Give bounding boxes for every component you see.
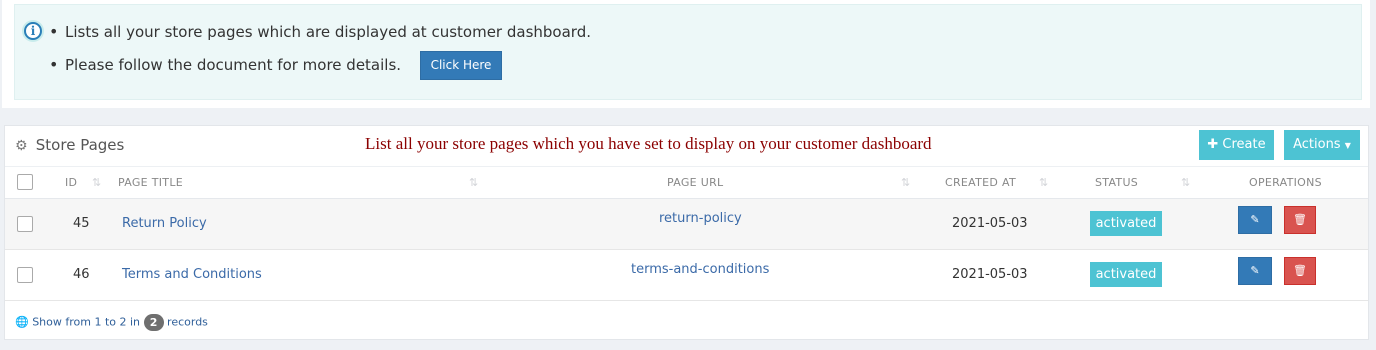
column-header-created-at[interactable]: CREATED AT: [945, 176, 1016, 189]
sort-icon[interactable]: ⇅: [469, 176, 478, 189]
panel-title: ⚙ Store Pages: [15, 136, 124, 154]
select-all-checkbox[interactable]: [17, 174, 33, 190]
cell-id: 45: [73, 216, 90, 231]
table-header: ID ⇅ PAGE TITLE ⇅ PAGE URL ⇅ CREATED AT …: [5, 166, 1368, 199]
sort-icon[interactable]: ⇅: [1181, 176, 1190, 189]
records-summary: 🌐 Show from 1 to 2 in 2 records: [15, 314, 208, 331]
edit-button[interactable]: ✎: [1238, 257, 1272, 285]
status-badge: activated: [1090, 211, 1162, 236]
table-row: 46 Terms and Conditions terms-and-condit…: [5, 250, 1368, 301]
status-badge: activated: [1090, 262, 1162, 287]
create-button[interactable]: ✚ Create: [1199, 130, 1274, 160]
info-item: • Lists all your store pages which are di…: [49, 22, 591, 41]
click-here-button[interactable]: Click Here: [420, 51, 502, 80]
sort-icon[interactable]: ⇅: [901, 176, 910, 189]
store-pages-panel: ⚙ Store Pages List all your store pages …: [4, 125, 1369, 340]
column-header-page-url[interactable]: PAGE URL: [667, 176, 723, 189]
column-header-operations: OPERATIONS: [1249, 176, 1322, 189]
cell-page-url-link[interactable]: terms-and-conditions: [631, 262, 769, 277]
trash-icon: 🗑: [1293, 264, 1307, 277]
delete-button[interactable]: 🗑: [1284, 206, 1316, 234]
edit-icon: ✎: [1250, 264, 1260, 277]
panel-note: List all your store pages which you have…: [365, 134, 932, 153]
column-header-status[interactable]: STATUS: [1095, 176, 1138, 189]
row-checkbox[interactable]: [17, 267, 33, 283]
info-item-text: Please follow the document for more deta…: [65, 56, 402, 74]
plus-icon: ✚: [1207, 137, 1219, 152]
edit-button[interactable]: ✎: [1238, 206, 1272, 234]
cell-created-at: 2021-05-03: [952, 216, 1028, 231]
sort-icon[interactable]: ⇅: [1039, 176, 1048, 189]
panel-title-text: Store Pages: [35, 136, 125, 154]
row-checkbox[interactable]: [17, 216, 33, 232]
records-prefix: Show from 1 to 2 in: [32, 315, 141, 329]
info-item: • Please follow the document for more det…: [49, 51, 502, 80]
info-icon: i: [24, 22, 42, 40]
globe-icon: 🌐: [15, 315, 29, 329]
actions-button[interactable]: Actions ▼: [1284, 130, 1360, 160]
column-header-id[interactable]: ID: [65, 176, 77, 189]
info-item-text: Lists all your store pages which are dis…: [65, 23, 591, 41]
records-count-badge: 2: [143, 314, 164, 331]
info-box: i • Lists all your store pages which are …: [14, 4, 1362, 100]
cell-page-title-link[interactable]: Terms and Conditions: [122, 267, 262, 282]
cell-created-at: 2021-05-03: [952, 267, 1028, 282]
cell-id: 46: [73, 267, 90, 282]
table-row: 45 Return Policy return-policy 2021-05-0…: [5, 199, 1368, 250]
cell-page-title-link[interactable]: Return Policy: [122, 216, 207, 231]
caret-down-icon: ▼: [1344, 141, 1351, 150]
records-suffix: records: [167, 315, 208, 329]
column-header-page-title[interactable]: PAGE TITLE: [118, 176, 183, 189]
actions-label: Actions: [1293, 137, 1341, 152]
sort-icon[interactable]: ⇅: [92, 176, 101, 189]
cell-page-url-link[interactable]: return-policy: [659, 211, 742, 226]
delete-button[interactable]: 🗑: [1284, 257, 1316, 285]
info-panel: i • Lists all your store pages which are …: [2, 0, 1370, 108]
trash-icon: 🗑: [1293, 213, 1307, 226]
edit-icon: ✎: [1250, 213, 1260, 226]
gear-icon: ⚙: [15, 138, 28, 154]
create-label: Create: [1222, 137, 1266, 152]
